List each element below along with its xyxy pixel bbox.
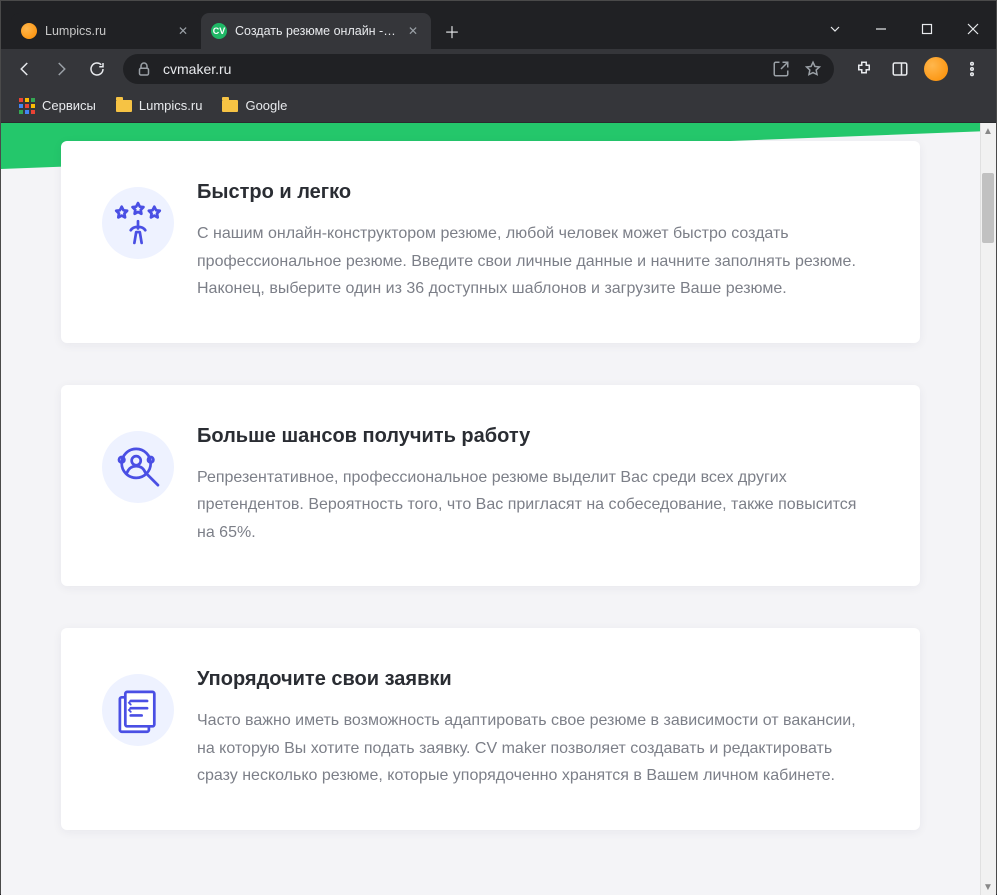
tab-label: Lumpics.ru: [45, 24, 167, 38]
feature-title: Упорядочите свои заявки: [197, 668, 876, 691]
scroll-down-icon[interactable]: ▼: [980, 879, 996, 895]
feature-body: Часто важно иметь возможность адаптирова…: [197, 707, 876, 790]
bookmark-label: Google: [245, 98, 287, 113]
back-button[interactable]: [9, 53, 41, 85]
minimize-button[interactable]: [858, 9, 904, 49]
close-tab-icon[interactable]: ✕: [405, 23, 421, 39]
feature-cards: Быстро и легко С нашим онлайн-конструкто…: [61, 141, 920, 830]
tab-cvmaker[interactable]: CV Создать резюме онлайн - конст ✕: [201, 13, 431, 49]
bookmark-label: Lumpics.ru: [139, 98, 203, 113]
feature-card-fast: Быстро и легко С нашим онлайн-конструкто…: [61, 141, 920, 343]
window-titlebar: Lumpics.ru ✕ CV Создать резюме онлайн - …: [1, 1, 996, 49]
feature-icon-stars: [93, 181, 183, 303]
toolbar-right: [844, 53, 988, 85]
extensions-button[interactable]: [848, 53, 880, 85]
favicon-icon: CV: [211, 23, 227, 39]
address-bar-url: cvmaker.ru: [163, 61, 231, 77]
page-viewport: Быстро и легко С нашим онлайн-конструкто…: [1, 123, 996, 895]
bookmark-lumpics[interactable]: Lumpics.ru: [108, 94, 211, 117]
apps-grid-icon: [19, 98, 35, 114]
menu-button[interactable]: [956, 53, 988, 85]
chevron-down-icon[interactable]: [812, 9, 858, 49]
scroll-up-icon[interactable]: ▲: [980, 123, 996, 139]
vertical-scrollbar[interactable]: ▲ ▼: [980, 123, 996, 895]
feature-title: Больше шансов получить работу: [197, 425, 876, 448]
sidepanel-button[interactable]: [884, 53, 916, 85]
bookmark-google[interactable]: Google: [214, 94, 295, 117]
maximize-button[interactable]: [904, 9, 950, 49]
feature-title: Быстро и легко: [197, 181, 876, 204]
feature-body: С нашим онлайн-конструктором резюме, люб…: [197, 220, 876, 303]
folder-icon: [116, 100, 132, 112]
bookmark-services[interactable]: Сервисы: [11, 94, 104, 118]
omnibox-actions: [772, 60, 822, 78]
close-window-button[interactable]: [950, 9, 996, 49]
reload-button[interactable]: [81, 53, 113, 85]
close-tab-icon[interactable]: ✕: [175, 23, 191, 39]
browser-toolbar: cvmaker.ru: [1, 49, 996, 89]
tab-strip: Lumpics.ru ✕ CV Создать резюме онлайн - …: [1, 13, 467, 49]
tab-lumpics[interactable]: Lumpics.ru ✕: [11, 13, 201, 49]
forward-button[interactable]: [45, 53, 77, 85]
folder-icon: [222, 100, 238, 112]
scrollbar-thumb[interactable]: [982, 173, 994, 243]
new-tab-button[interactable]: ＋: [437, 16, 467, 46]
tab-label: Создать резюме онлайн - конст: [235, 24, 397, 38]
bookmark-label: Сервисы: [42, 98, 96, 113]
feature-card-organize: Упорядочите свои заявки Часто важно имет…: [61, 628, 920, 830]
share-icon[interactable]: [772, 60, 790, 78]
window-controls: [812, 9, 996, 49]
lock-icon: [135, 60, 153, 78]
feature-card-chances: Больше шансов получить работу Репрезента…: [61, 385, 920, 587]
feature-body: Репрезентативное, профессиональное резюм…: [197, 464, 876, 547]
bookmarks-bar: Сервисы Lumpics.ru Google: [1, 89, 996, 123]
profile-button[interactable]: [920, 53, 952, 85]
address-bar[interactable]: cvmaker.ru: [123, 54, 834, 84]
star-icon[interactable]: [804, 60, 822, 78]
avatar-icon: [924, 57, 948, 81]
feature-icon-documents: [93, 668, 183, 790]
favicon-icon: [21, 23, 37, 39]
feature-icon-search-people: [93, 425, 183, 547]
